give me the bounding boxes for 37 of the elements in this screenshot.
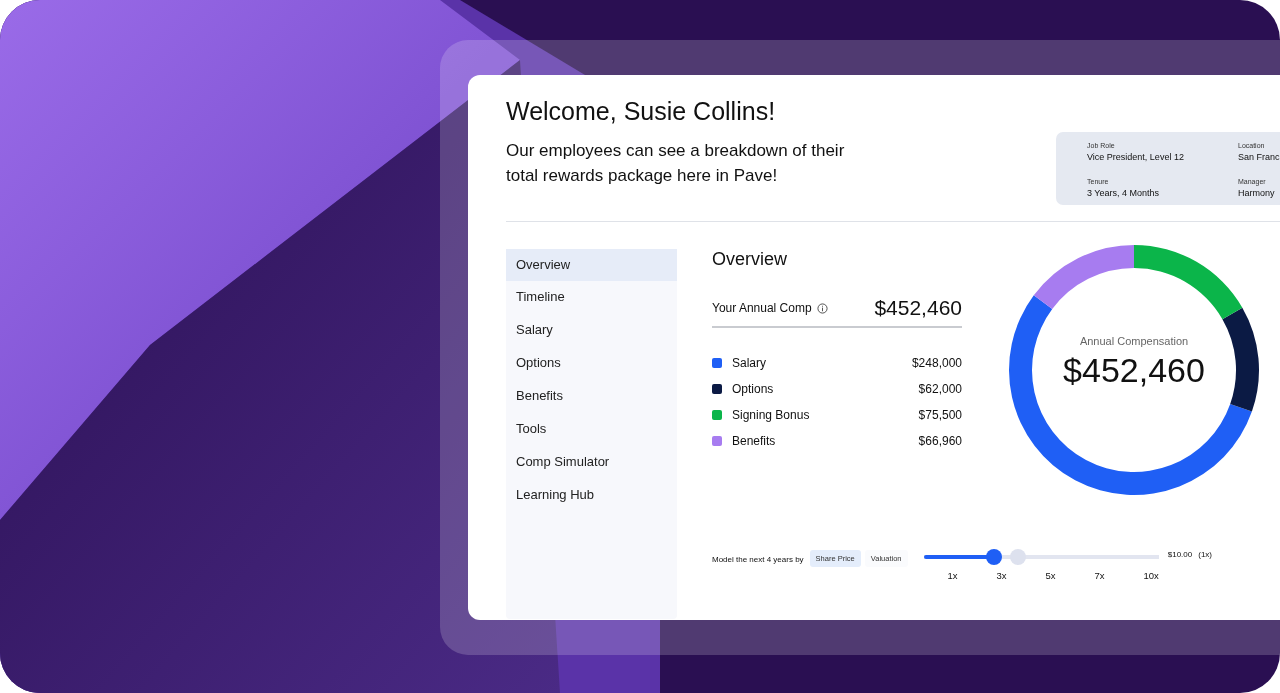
legend-label: Options [732, 382, 775, 396]
sidebar-item[interactable]: Comp Simulator [506, 446, 677, 478]
sidebar-item[interactable]: Benefits [506, 380, 677, 412]
slider-reading: $10.00 [1167, 550, 1193, 559]
chart-label: Annual Compensation [1078, 335, 1190, 347]
tick-label: 1x [947, 570, 958, 581]
total-label: Your Annual Comp [712, 301, 812, 315]
field-value: Vice President, Level 12 [1087, 152, 1185, 162]
welcome-subtitle: Our employees can see a breakdown of their total rewards package here in Pave! [506, 140, 846, 187]
sidebar-item[interactable]: Salary [506, 314, 677, 346]
tick-label: 7x [1094, 570, 1105, 581]
sidebar-item[interactable]: Options [506, 347, 677, 379]
sidebar-item[interactable]: Learning Hub [506, 479, 677, 511]
info-icon[interactable] [816, 302, 828, 314]
tick-label: 3x [996, 570, 1007, 581]
legend-label: Benefits [732, 434, 777, 448]
sidebar-item[interactable]: Overview [506, 249, 677, 281]
welcome-title: Welcome, Susie Collins! [506, 97, 777, 126]
sidebar-item[interactable]: Timeline [506, 281, 677, 313]
chart-value: $452,460 [1062, 351, 1206, 390]
legend-value: $62,000 [918, 382, 962, 396]
legend-value: $75,500 [918, 408, 962, 422]
tick-label: 10x [1143, 570, 1159, 581]
section-title: Overview [712, 249, 788, 270]
slider-handle[interactable] [986, 549, 1003, 565]
total-value: $452,460 [874, 296, 962, 320]
sidebar-item[interactable]: Tools [506, 413, 677, 445]
legend-label: Salary [732, 356, 767, 370]
legend-value: $248,000 [911, 356, 962, 370]
tick-label: 5x [1045, 570, 1056, 581]
legend-value: $66,960 [918, 434, 962, 448]
slider-unit: (1x) [1198, 550, 1212, 559]
legend-label: Signing Bonus [732, 408, 811, 422]
field-value: 3 Years, 4 Months [1087, 187, 1161, 198]
model-label: Model the next 4 years by [712, 555, 804, 564]
field-value: Harmony [1238, 187, 1276, 198]
slider-handle[interactable] [1009, 549, 1026, 565]
